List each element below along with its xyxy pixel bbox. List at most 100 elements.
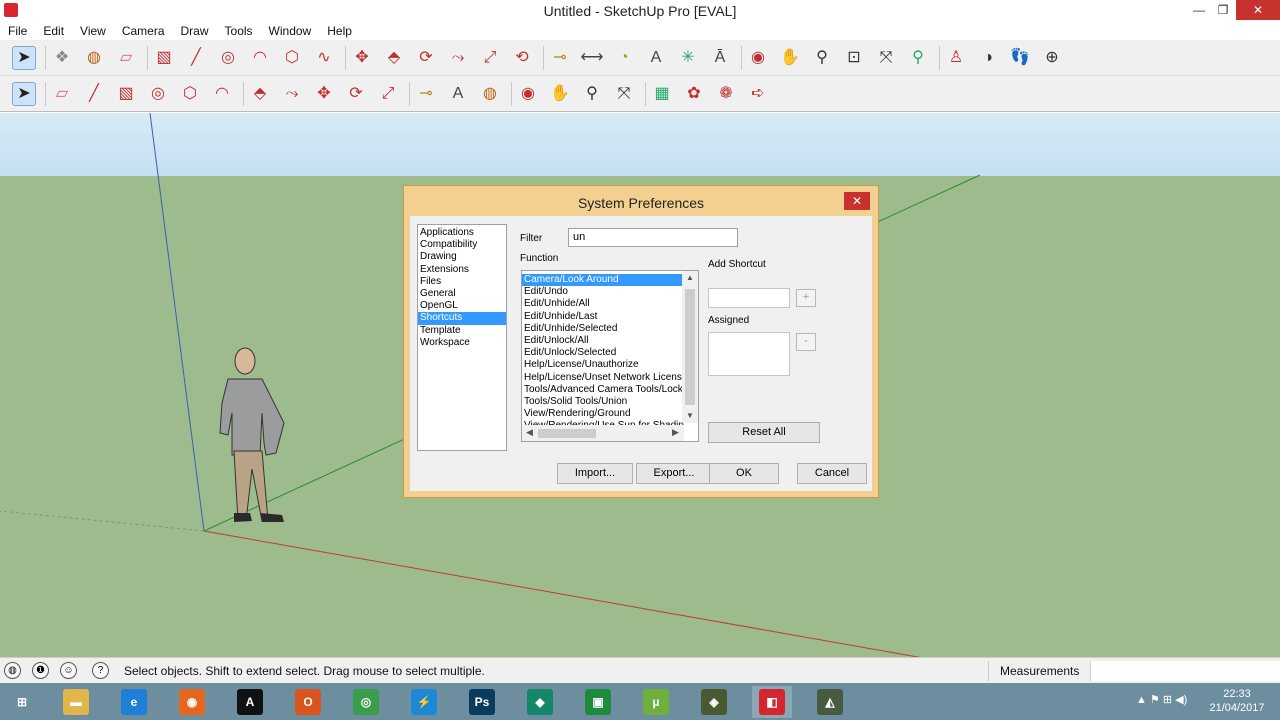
scrollbar-thumb[interactable]	[538, 429, 596, 438]
tape-measure-icon[interactable]: ⊸	[414, 82, 438, 106]
internet-explorer-icon[interactable]: e	[114, 686, 154, 718]
tape-measure-icon[interactable]: ⊸	[548, 46, 572, 70]
sign-in-icon[interactable]: ☺	[60, 662, 77, 679]
menu-window[interactable]: Window	[261, 22, 320, 40]
scale-icon[interactable]: ⤢	[376, 82, 400, 106]
3d-text-icon[interactable]: Ā	[708, 46, 732, 70]
share-model-icon[interactable]: ❁	[714, 82, 738, 106]
paint-bucket-icon[interactable]: ◍	[478, 82, 502, 106]
category-template[interactable]: Template	[418, 325, 506, 337]
orbit-icon[interactable]: ◉	[516, 82, 540, 106]
scroll-down-icon[interactable]: ▼	[682, 411, 698, 420]
menu-edit[interactable]: Edit	[35, 22, 72, 40]
circle-icon[interactable]: ◎	[216, 46, 240, 70]
function-list-item[interactable]: Tools/Advanced Camera Tools/Lock	[522, 384, 684, 396]
function-list-item[interactable]: View/Rendering/Ground	[522, 408, 684, 420]
function-list-horizontal-scrollbar[interactable]: ◀ ▶	[522, 425, 684, 441]
polygon-icon[interactable]: ⬡	[178, 82, 202, 106]
3d-warehouse-icon[interactable]: ▦	[650, 82, 674, 106]
function-list-item[interactable]: Edit/Unlock/All	[522, 335, 684, 347]
scale-icon[interactable]: ⤢	[478, 46, 502, 70]
tekla-icon[interactable]: ◆	[520, 686, 560, 718]
file-explorer-icon[interactable]: ▬	[56, 686, 96, 718]
axes-icon[interactable]: ✳	[676, 46, 700, 70]
taskbar-clock[interactable]: 22:33 21/04/2017	[1206, 687, 1268, 715]
zoom-extents-icon[interactable]: ⤧	[874, 46, 898, 70]
category-files[interactable]: Files	[418, 276, 506, 288]
credits-icon[interactable]: ❶	[32, 662, 49, 679]
scrollbar-thumb[interactable]	[685, 289, 695, 405]
zoom-window-icon[interactable]: ⊡	[842, 46, 866, 70]
freehand-icon[interactable]: ∿	[312, 46, 336, 70]
measurements-input[interactable]	[1090, 661, 1280, 681]
geo-location-icon[interactable]: ◍	[4, 662, 21, 679]
component-icon[interactable]: ❖	[50, 46, 74, 70]
eraser-icon[interactable]: ▱	[50, 82, 74, 106]
pan-icon[interactable]: ✋	[548, 82, 572, 106]
arc-icon[interactable]: ◠	[248, 46, 272, 70]
assigned-shortcuts-list[interactable]	[708, 332, 790, 376]
utorrent-icon[interactable]: µ	[636, 686, 676, 718]
photoshop-icon[interactable]: Ps	[462, 686, 502, 718]
polygon-icon[interactable]: ⬡	[280, 46, 304, 70]
dialog-close-button[interactable]: ✕	[844, 192, 870, 210]
firefox-icon[interactable]: ◉	[172, 686, 212, 718]
function-list-vertical-scrollbar[interactable]: ▲ ▼	[682, 271, 698, 423]
rectangle-icon[interactable]: ▧	[114, 82, 138, 106]
section-plane-icon[interactable]: ⊕	[1040, 46, 1064, 70]
function-list-item[interactable]: Edit/Unhide/Last	[522, 311, 684, 323]
rotate-icon[interactable]: ⟳	[414, 46, 438, 70]
menu-draw[interactable]: Draw	[173, 22, 217, 40]
filter-input[interactable]: un	[568, 228, 738, 247]
import-button[interactable]: Import...	[557, 463, 633, 484]
cancel-button[interactable]: Cancel	[797, 463, 867, 484]
follow-me-icon[interactable]: ⤳	[280, 82, 304, 106]
function-list-item[interactable]: Tools/Solid Tools/Union	[522, 396, 684, 408]
function-list[interactable]: Camera/Look Around Edit/Undo Edit/Unhide/A…	[521, 270, 699, 442]
walk-icon[interactable]: 👣	[1008, 46, 1032, 70]
move-icon[interactable]: ✥	[312, 82, 336, 106]
rectangle-icon[interactable]: ▧	[152, 46, 176, 70]
position-camera-icon[interactable]: ♙	[944, 46, 968, 70]
category-compatibility[interactable]: Compatibility	[418, 239, 506, 251]
ok-button[interactable]: OK	[709, 463, 779, 484]
function-list-item[interactable]: Camera/Look Around	[522, 274, 684, 287]
push-pull-icon[interactable]: ⬘	[248, 82, 272, 106]
protractor-icon[interactable]: ◔	[612, 46, 636, 70]
bolt-app-icon[interactable]: ⚡	[404, 686, 444, 718]
select-icon[interactable]: ➤	[12, 82, 36, 106]
zoom-icon[interactable]: ⚲	[810, 46, 834, 70]
remove-shortcut-button[interactable]: -	[796, 333, 816, 351]
arc-icon[interactable]: ◠	[210, 82, 234, 106]
zoom-extents-icon[interactable]: ⤧	[612, 82, 636, 106]
send-to-layout-icon[interactable]: ➪	[746, 82, 770, 106]
chrome-icon[interactable]: ◎	[346, 686, 386, 718]
office-icon[interactable]: O	[288, 686, 328, 718]
look-around-icon[interactable]: ◑	[976, 46, 1000, 70]
circle-icon[interactable]: ◎	[146, 82, 170, 106]
function-list-item[interactable]: Edit/Unhide/Selected	[522, 323, 684, 335]
add-shortcut-input[interactable]	[708, 288, 790, 308]
menu-view[interactable]: View	[72, 22, 114, 40]
category-general[interactable]: General	[418, 288, 506, 300]
category-drawing[interactable]: Drawing	[418, 251, 506, 263]
category-extensions[interactable]: Extensions	[418, 264, 506, 276]
eraser-icon[interactable]: ▱	[114, 46, 138, 70]
export-button[interactable]: Export...	[636, 463, 712, 484]
line-icon[interactable]: ╱	[82, 82, 106, 106]
layout-icon[interactable]: ◈	[694, 686, 734, 718]
preferences-category-list[interactable]: Applications Compatibility Drawing Extensio…	[417, 224, 507, 451]
function-list-item[interactable]: Edit/Unhide/All	[522, 298, 684, 310]
move-icon[interactable]: ✥	[350, 46, 374, 70]
sketchup-icon[interactable]: ◧	[752, 686, 792, 718]
orbit-icon[interactable]: ◉	[746, 46, 770, 70]
extension-warehouse-icon[interactable]: ✿	[682, 82, 706, 106]
text-icon[interactable]: A	[446, 82, 470, 106]
pan-icon[interactable]: ✋	[778, 46, 802, 70]
function-list-item[interactable]: Help/License/Unset Network License	[522, 372, 684, 384]
project-icon[interactable]: ▣	[578, 686, 618, 718]
previous-view-icon[interactable]: ⚲	[906, 46, 930, 70]
scroll-left-icon[interactable]: ◀	[526, 427, 533, 438]
scroll-up-icon[interactable]: ▲	[682, 273, 698, 282]
autocad-icon[interactable]: A	[230, 686, 270, 718]
